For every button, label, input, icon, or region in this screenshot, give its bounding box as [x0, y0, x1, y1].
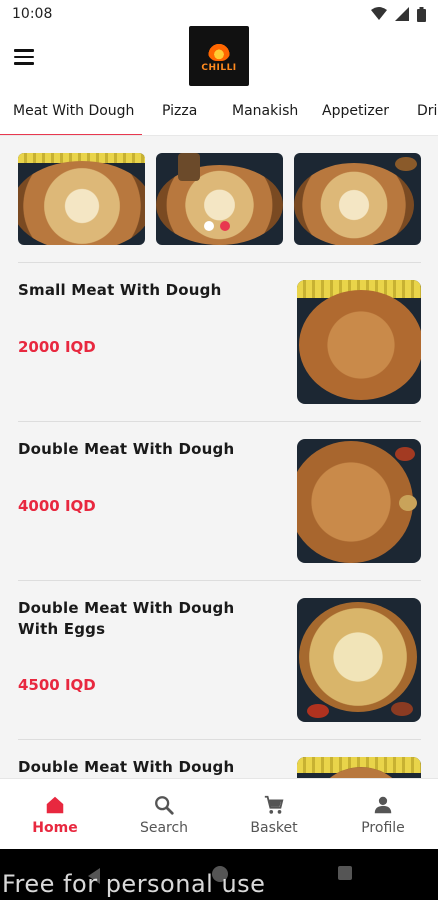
banner-image	[156, 153, 283, 245]
app-bar: CHILLI	[0, 26, 438, 88]
item-price: 4000 IQD	[18, 497, 96, 515]
menu-item[interactable]: Double Meat With Dough With Eggs 4500 IQ…	[0, 598, 438, 758]
divider	[18, 739, 421, 740]
category-tabs: Meat With Dough Pizza Manakish Appetizer…	[0, 88, 438, 136]
recent-apps-icon[interactable]	[338, 866, 352, 880]
restaurant-logo: CHILLI	[189, 26, 249, 86]
nav-basket-label: Basket	[250, 819, 298, 836]
item-price: 2000 IQD	[18, 338, 96, 356]
menu-list[interactable]: Small Meat With Dough 2000 IQD Double Me…	[0, 136, 438, 778]
bottom-navigation: Home Search Basket Profile	[0, 778, 438, 849]
item-price: 4500 IQD	[18, 676, 96, 694]
nav-search[interactable]: Search	[109, 779, 219, 850]
item-name: Small Meat With Dough	[18, 281, 222, 299]
item-image	[297, 757, 421, 778]
nav-home[interactable]: Home	[0, 779, 110, 850]
item-name: Double Meat With Dough With Eggs	[18, 599, 235, 638]
status-bar: 10:08	[0, 0, 438, 28]
item-image	[297, 280, 421, 404]
nav-home-label: Home	[32, 819, 78, 836]
battery-icon	[417, 6, 426, 22]
banner-carousel[interactable]	[18, 153, 421, 245]
flame-icon	[208, 39, 230, 61]
nav-profile-label: Profile	[361, 819, 405, 836]
menu-icon[interactable]	[14, 44, 40, 70]
cart-icon	[264, 795, 284, 814]
carousel-dot-active[interactable]	[220, 221, 230, 231]
item-name: Double Meat With Dough With	[18, 758, 235, 776]
divider	[18, 262, 421, 263]
logo-text: CHILLI	[201, 63, 237, 73]
wifi-icon	[371, 7, 387, 20]
carousel-indicator	[204, 221, 230, 231]
tab-appetizer[interactable]: Appetizer	[322, 88, 389, 135]
search-icon	[155, 795, 174, 815]
person-icon	[374, 796, 392, 813]
item-image	[297, 598, 421, 722]
status-time: 10:08	[12, 6, 53, 22]
status-icons	[371, 6, 426, 22]
tab-drinks[interactable]: Dri	[417, 88, 437, 135]
banner-image	[18, 153, 145, 245]
tab-meat-with-dough[interactable]: Meat With Dough	[13, 88, 134, 135]
watermark: Free for personal use	[2, 870, 266, 898]
menu-item[interactable]: Small Meat With Dough 2000 IQD	[0, 280, 438, 440]
tab-pizza[interactable]: Pizza	[162, 88, 197, 135]
menu-item[interactable]: Double Meat With Dough 4000 IQD	[0, 439, 438, 599]
item-name: Double Meat With Dough	[18, 440, 235, 458]
item-image	[297, 439, 421, 563]
divider	[18, 421, 421, 422]
carousel-dot[interactable]	[204, 221, 214, 231]
home-icon	[46, 796, 64, 813]
nav-basket[interactable]: Basket	[219, 779, 329, 850]
nav-profile[interactable]: Profile	[328, 779, 438, 850]
signal-icon	[395, 7, 409, 21]
divider	[18, 580, 421, 581]
nav-search-label: Search	[139, 819, 189, 836]
banner-image	[294, 153, 421, 245]
menu-item[interactable]: Double Meat With Dough With	[0, 757, 438, 778]
tab-manakish[interactable]: Manakish	[232, 88, 298, 135]
